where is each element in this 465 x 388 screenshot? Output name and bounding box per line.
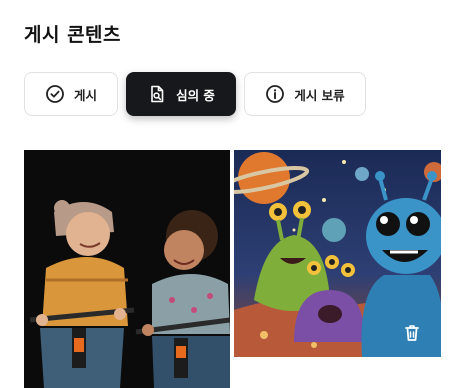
info-circle-icon	[265, 84, 285, 104]
tab-on-hold[interactable]: 게시 보류	[244, 72, 366, 116]
check-circle-icon	[45, 84, 65, 104]
tab-under-review[interactable]: 심의 중	[126, 72, 236, 116]
tab-published-label: 게시	[73, 87, 97, 103]
tab-published[interactable]: 게시	[24, 72, 118, 116]
tab-under-review-label: 심의 중	[176, 87, 215, 103]
page-title: 게시 콘텐츠	[24, 24, 122, 46]
kids-on-bikes-image	[24, 150, 230, 388]
document-search-icon	[147, 84, 167, 104]
tab-on-hold-label: 게시 보류	[294, 87, 345, 103]
trash-icon[interactable]	[403, 323, 421, 343]
gallery-item-photo[interactable]	[24, 150, 230, 388]
